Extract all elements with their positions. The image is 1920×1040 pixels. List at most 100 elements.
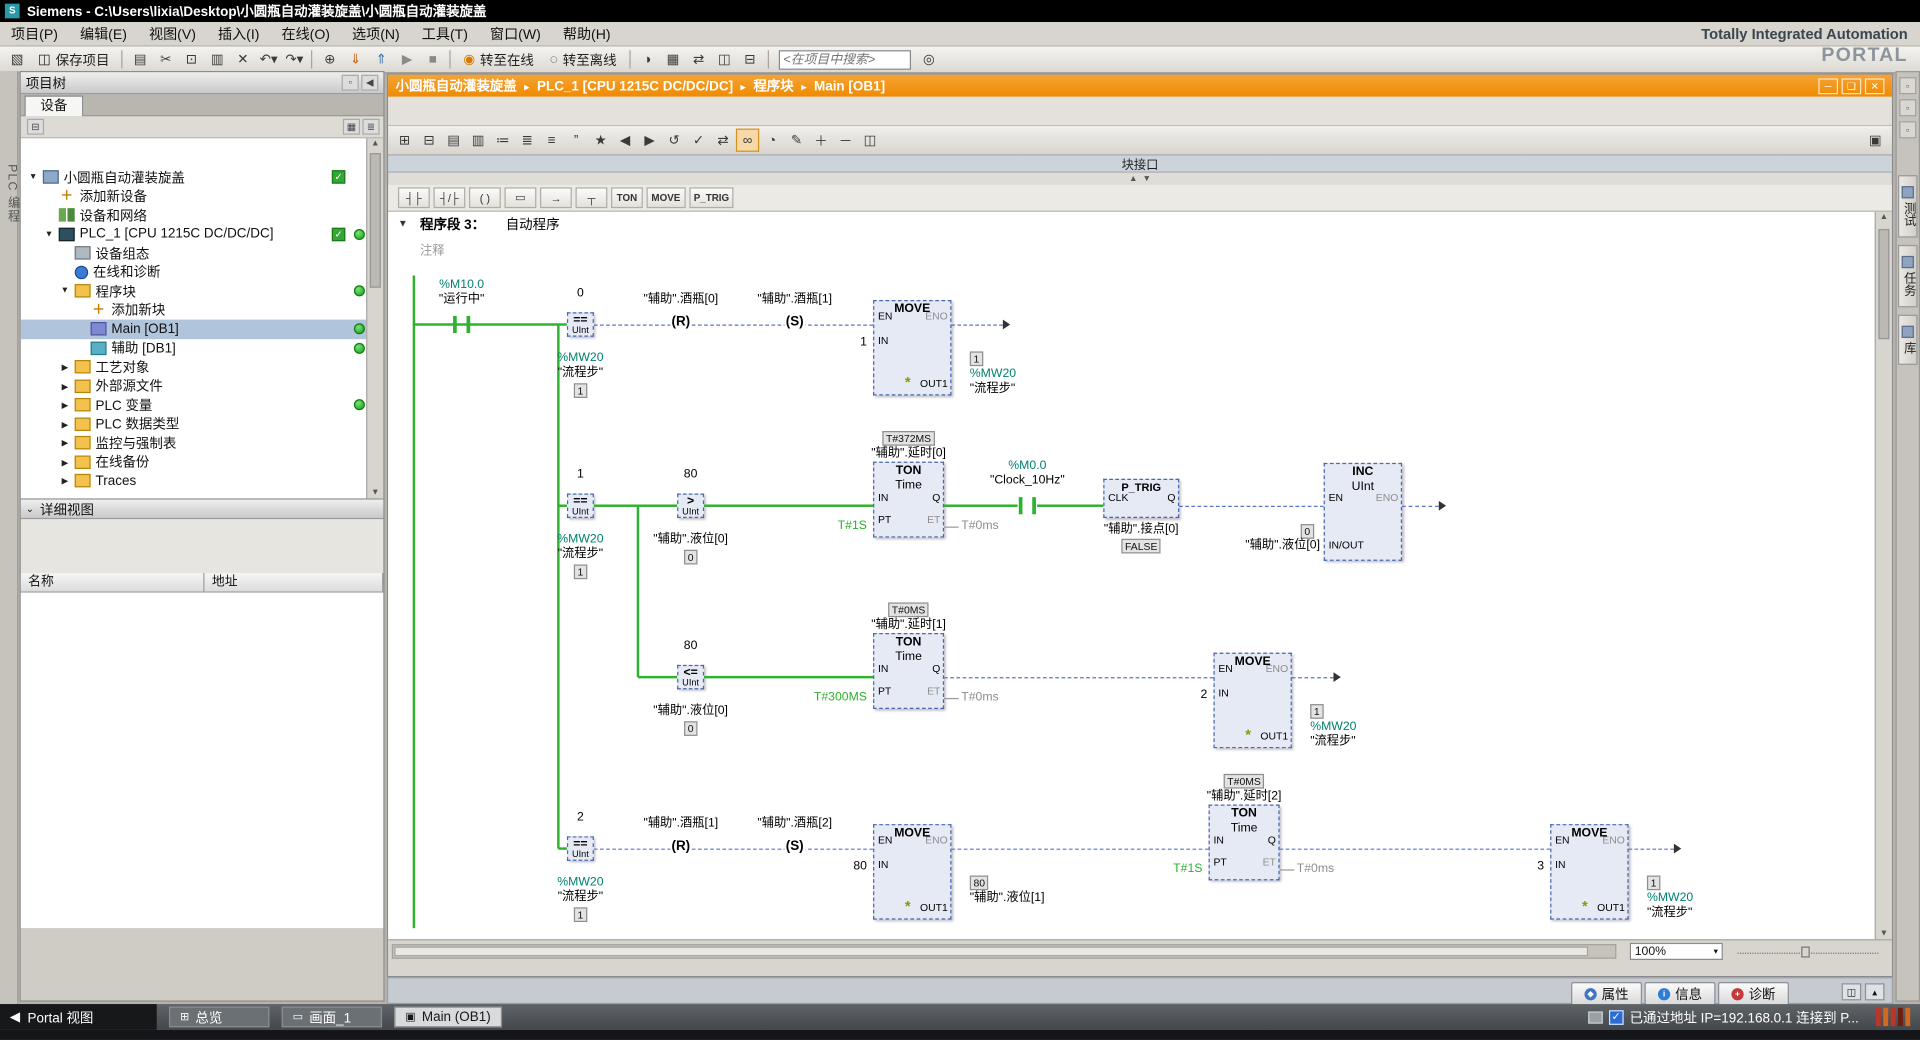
monitoring-on-off-icon[interactable]: ∞	[735, 128, 760, 152]
delete-row-icon[interactable]: ▥	[467, 129, 490, 152]
ladder-coil[interactable]: (S)	[784, 314, 805, 330]
favorites-toggle-icon[interactable]: ★	[589, 129, 612, 152]
expand-all-networks-icon[interactable]: ≣	[516, 129, 539, 152]
favorite-move[interactable]: MOVE	[646, 187, 686, 209]
tree-expander-icon[interactable]: ▼	[59, 287, 71, 296]
compile-icon[interactable]: ⊕	[318, 48, 342, 70]
insert-network-icon[interactable]: ⊞	[393, 129, 416, 152]
project-search-input[interactable]	[778, 49, 911, 70]
print-icon[interactable]: ▤	[128, 48, 152, 70]
absolute-symbolic-operands-icon[interactable]: ≔	[491, 129, 514, 152]
scroll-up-icon[interactable]: ▲	[1876, 213, 1892, 222]
cross-reference-icon[interactable]: ⇄	[686, 48, 710, 70]
paste-icon[interactable]: ▥	[205, 48, 229, 70]
tab-diagnostics[interactable]: + 诊断	[1717, 982, 1789, 1006]
editor-horizontal-scrollbar[interactable]	[391, 944, 1617, 959]
zoom-in-icon[interactable]: ＋	[809, 129, 832, 152]
tree-item[interactable]: 设备和网络	[21, 206, 366, 225]
menu-item[interactable]: 插入(I)	[207, 21, 271, 45]
menu-item[interactable]: 帮助(H)	[552, 21, 622, 45]
zoom-select[interactable]: 100% ▾	[1629, 942, 1723, 961]
column-name[interactable]: 名称	[20, 573, 205, 593]
tree-expander-icon[interactable]: ▶	[59, 419, 71, 430]
tree-item[interactable]: 辅助 [DB1]	[21, 339, 366, 358]
task-card-testing[interactable]: 测试	[1897, 175, 1918, 238]
network-comments-toggle-icon[interactable]: ”	[564, 129, 587, 152]
task-card-libraries[interactable]: 库	[1897, 314, 1918, 365]
copy-icon[interactable]: ⊡	[179, 48, 203, 70]
new-project-icon[interactable]: ▧	[5, 48, 29, 70]
collapse-panel-icon[interactable]: ◀	[361, 74, 379, 91]
next-position-icon[interactable]: ▶	[638, 129, 661, 152]
tab-properties[interactable]: ◆ 属性	[1571, 982, 1643, 1006]
tree-item[interactable]: ▶ 监控与强制表	[21, 433, 366, 452]
redo-icon[interactable]: ↷▾	[282, 48, 306, 70]
block-interface-bar[interactable]: 块接口	[388, 155, 1892, 173]
collapsed-pane-2-icon[interactable]: ▫	[1899, 99, 1917, 117]
insert-close-branch[interactable]: ┬	[575, 187, 608, 209]
insert-no-contact[interactable]: ┤├	[397, 187, 430, 209]
scroll-down-icon[interactable]: ▼	[1876, 929, 1892, 938]
previous-position-icon[interactable]: ◀	[613, 129, 636, 152]
favorite-ton[interactable]: TON	[611, 187, 643, 209]
tree-expander-icon[interactable]: ▶	[59, 400, 71, 411]
menu-item[interactable]: 编辑(E)	[69, 21, 138, 45]
tree-item[interactable]: ▼ 小圆瓶自动灌装旋盖 ✓	[21, 168, 366, 187]
stop-cpu-icon[interactable]: ■	[420, 48, 444, 70]
go-offline-button[interactable]: ◌ 转至离线	[542, 48, 623, 70]
details-view-header[interactable]: ⌄ 详细视图	[20, 498, 384, 520]
split-editor-horizontal-icon[interactable]: ◫	[712, 48, 736, 70]
interface-splitter[interactable]: ▲ ▼	[388, 173, 1892, 185]
menu-item[interactable]: 工具(T)	[411, 21, 479, 45]
splitter-down-icon[interactable]: ▼	[1142, 174, 1150, 183]
start-cpu-icon[interactable]: ▶	[395, 48, 419, 70]
favorite-ptrig[interactable]: P_TRIG	[688, 187, 735, 209]
scroll-thumb[interactable]	[1878, 228, 1890, 340]
pin-panel-icon[interactable]: ▫	[341, 74, 359, 91]
close-button[interactable]: ✕	[1864, 77, 1885, 94]
update-block-calls-icon[interactable]: ↺	[662, 129, 685, 152]
tree-item[interactable]: ＋ 添加新设备	[21, 187, 366, 206]
column-address[interactable]: 地址	[204, 573, 384, 593]
tree-item[interactable]: ▶ 在线备份	[21, 452, 366, 471]
menu-item[interactable]: 选项(N)	[341, 21, 411, 45]
tree-expander-icon[interactable]: ▶	[59, 362, 71, 373]
tab-devices[interactable]: 设备	[24, 95, 84, 117]
collapsed-pane-1-icon[interactable]: ▫	[1899, 77, 1917, 95]
menu-item[interactable]: 视图(V)	[138, 21, 207, 45]
tree-item[interactable]: 设备组态	[21, 244, 366, 263]
network-collapse-icon[interactable]: ▼	[398, 218, 408, 230]
online-diagnostics-icon[interactable]: ◑	[635, 48, 659, 70]
go-online-button[interactable]: ◉ 转至在线	[456, 48, 541, 70]
ladder-coil[interactable]: (S)	[784, 838, 805, 854]
split-editor-vertical-icon[interactable]: ⊟	[738, 48, 762, 70]
ladder-contact[interactable]	[466, 315, 471, 334]
scroll-up-icon[interactable]: ▲	[367, 140, 383, 149]
menu-item[interactable]: 在线(O)	[270, 21, 341, 45]
insert-row-icon[interactable]: ▤	[442, 129, 465, 152]
ladder-contact[interactable]	[1018, 497, 1023, 515]
insert-nc-contact[interactable]: ┤/├	[433, 187, 466, 209]
tree-view-options-icon[interactable]: ▦	[342, 118, 361, 135]
tree-item[interactable]: ▶ PLC 变量	[21, 396, 366, 415]
upload-from-device-icon[interactable]: ⇑	[369, 48, 393, 70]
switch-programming-language-icon[interactable]: ⇄	[711, 129, 734, 152]
consistency-check-icon[interactable]: ✓	[687, 129, 710, 152]
tree-expander-icon[interactable]: ▼	[43, 230, 55, 239]
ladder-contact[interactable]	[1032, 497, 1036, 515]
delete-icon[interactable]: ✕	[231, 48, 255, 70]
start-simulation-icon[interactable]: ▦	[661, 48, 685, 70]
maximize-button[interactable]: ❏	[1841, 77, 1862, 94]
zoom-slider-thumb[interactable]	[1801, 946, 1810, 958]
scroll-down-icon[interactable]: ▼	[367, 489, 383, 498]
menu-item[interactable]: 窗口(W)	[479, 21, 552, 45]
network-comment[interactable]: 注释	[420, 245, 444, 258]
splitter-up-icon[interactable]: ▲	[1129, 174, 1137, 183]
insert-empty-box[interactable]: ▭	[504, 187, 537, 209]
breadcrumb-item[interactable]: Main [OB1]	[814, 80, 885, 95]
delete-network-icon[interactable]: ⊟	[418, 129, 441, 152]
tree-scrollbar[interactable]: ▲ ▼	[366, 138, 384, 499]
search-in-project-icon[interactable]: ◎	[917, 48, 941, 70]
tree-expander-icon[interactable]: ▼	[27, 173, 39, 182]
tree-expander-icon[interactable]: ▶	[59, 381, 71, 392]
